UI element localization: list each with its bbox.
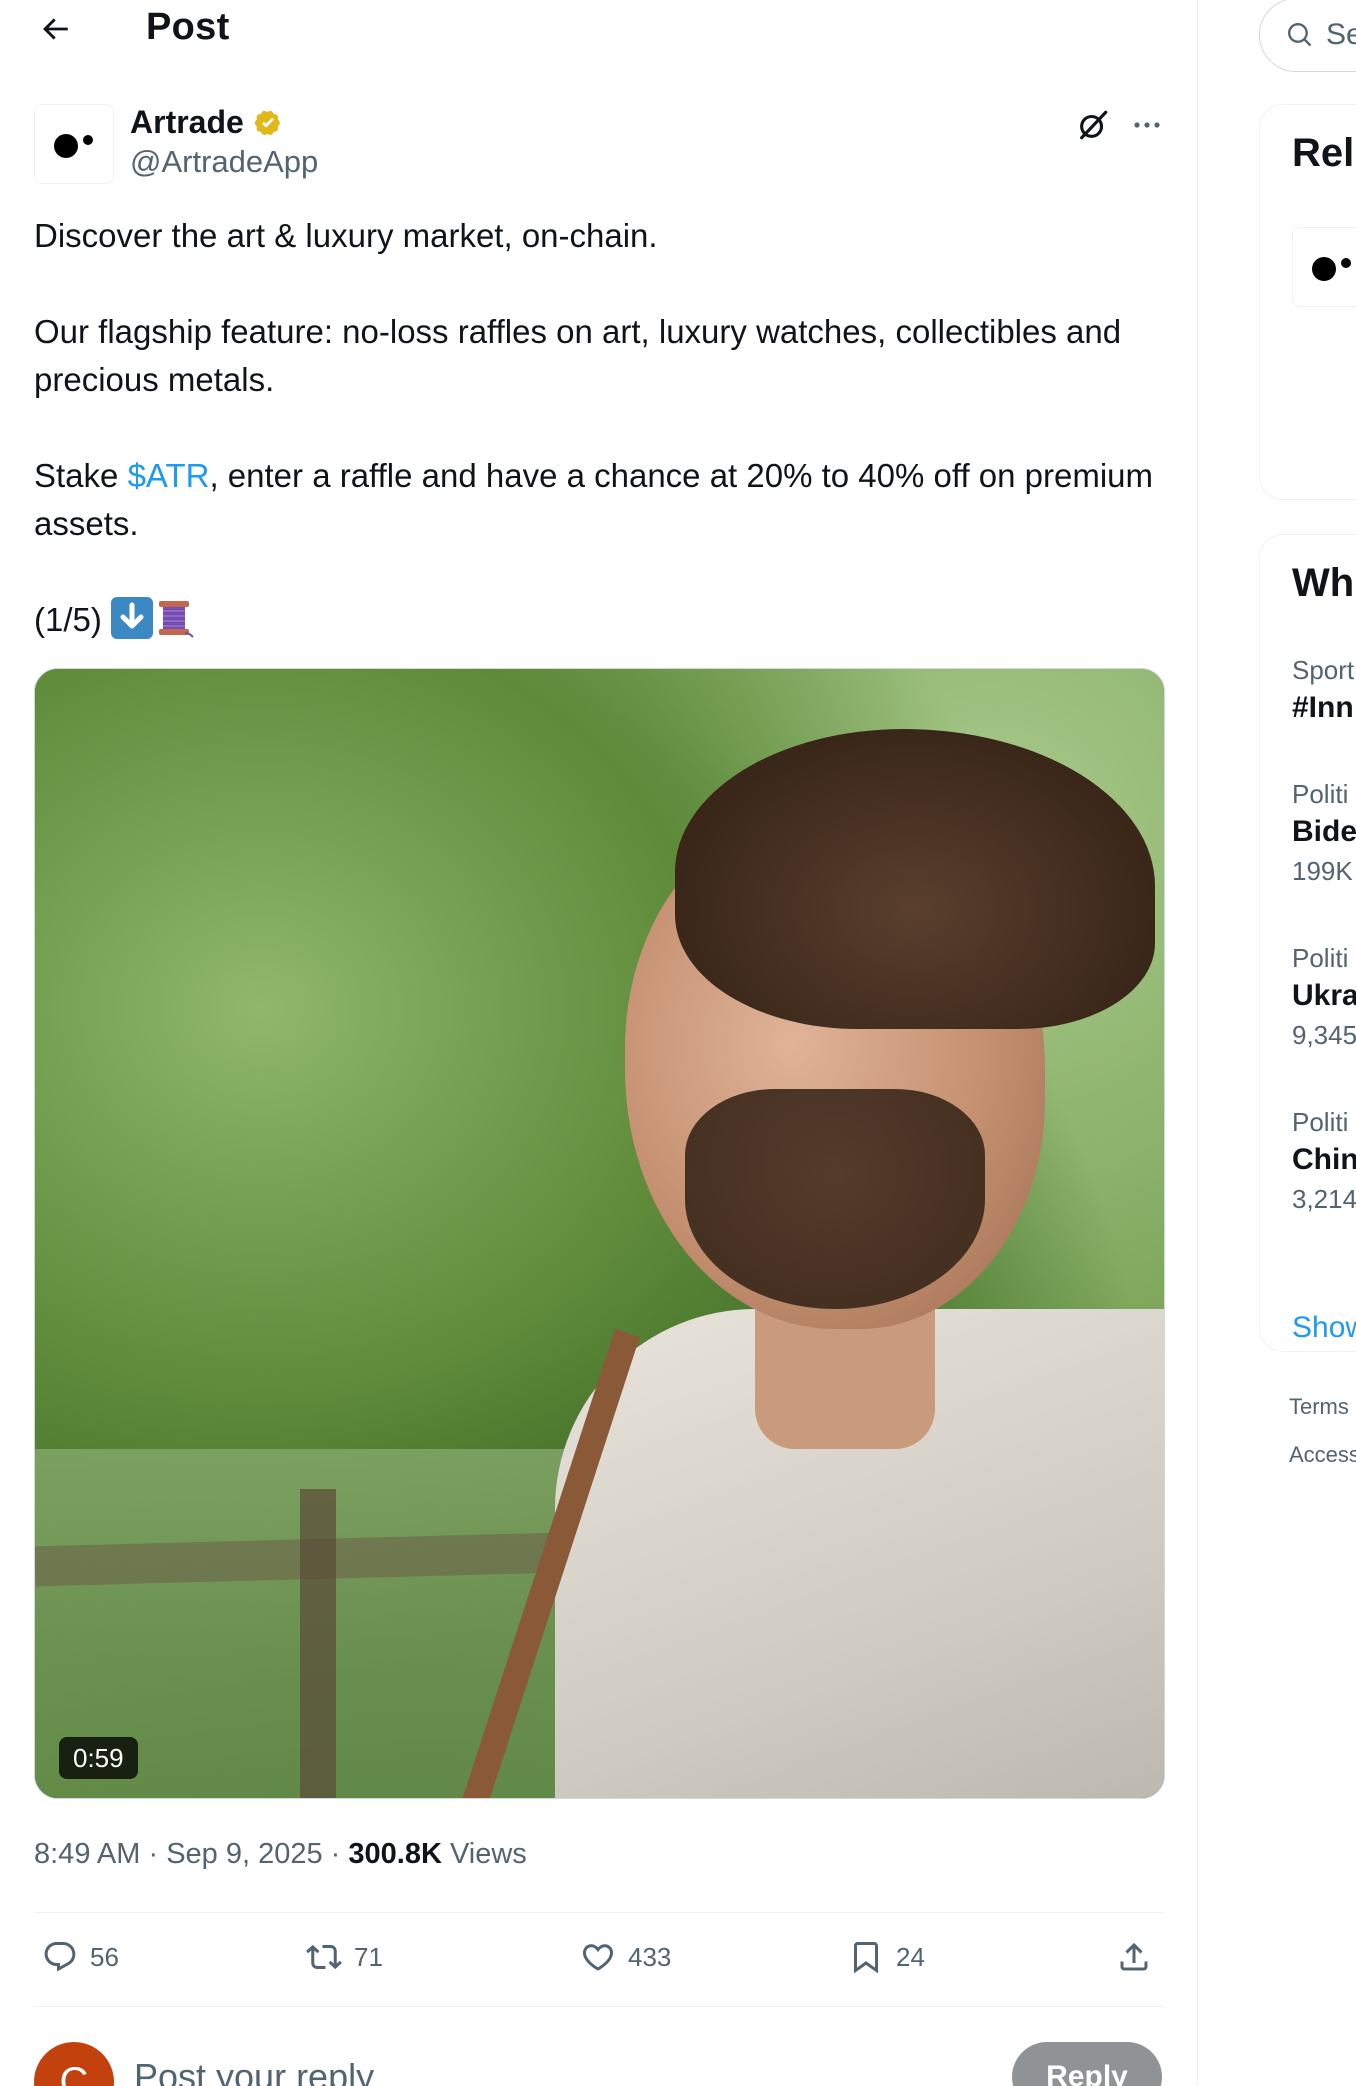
repost-action[interactable]: 71 <box>306 1933 383 1981</box>
page-title: Post <box>146 6 230 48</box>
divider <box>34 1912 1165 1913</box>
arrow-left-icon <box>43 18 68 40</box>
tweet-text: Discover the art & luxury market, on-cha… <box>34 212 1174 644</box>
share-action[interactable] <box>1116 1933 1152 1981</box>
heart-icon <box>582 1944 614 1971</box>
search-icon <box>1288 23 1312 47</box>
like-action[interactable]: 433 <box>580 1933 671 1981</box>
video-fence-post <box>300 1489 336 1798</box>
grok-button[interactable] <box>1072 104 1114 146</box>
search-placeholder: Se <box>1326 18 1356 51</box>
tweet-spacer <box>34 404 1174 452</box>
grok-icon <box>1080 110 1108 140</box>
footer-link-accessibility[interactable]: Access <box>1289 1442 1356 1468</box>
meta-separator: · <box>140 1838 167 1870</box>
trend-item[interactable]: Sport #Inn <box>1292 653 1356 729</box>
relevant-people-card: Rel <box>1259 104 1356 500</box>
bookmark-icon <box>854 1942 878 1974</box>
tweet-line: Our flagship feature: no-loss raffles on… <box>34 313 1122 398</box>
author-name[interactable]: Artrade <box>130 104 244 141</box>
relevant-people-title: Rel <box>1292 131 1355 175</box>
trend-item[interactable]: Politi Bide 199K <box>1292 777 1356 889</box>
trend-category: Politi <box>1292 779 1349 809</box>
trend-item[interactable]: Politi Chin 3,214 <box>1292 1105 1356 1217</box>
right-sidebar: Se Rel Wh Sport #Inn Politi Bide 199K Po… <box>1199 0 1356 2086</box>
main-column: Post Artrade @ArtradeApp Discover the ar… <box>0 0 1198 2086</box>
trend-name: Bide <box>1292 815 1356 848</box>
views-label: Views <box>441 1838 527 1870</box>
reply-button[interactable]: Reply <box>1012 2042 1162 2086</box>
trend-category: Politi <box>1292 943 1349 973</box>
bookmark-count: 24 <box>896 1941 925 1972</box>
post-meta: 8:49 AM · Sep 9, 2025 · 300.8K Views <box>34 1838 527 1871</box>
header: Post <box>0 0 1198 60</box>
verified-badge-icon[interactable] <box>252 107 284 139</box>
video-player[interactable]: 0:59 <box>34 668 1165 1799</box>
show-more-link[interactable]: Show <box>1292 1311 1356 1345</box>
post-date[interactable]: Sep 9, 2025 <box>166 1838 322 1870</box>
tweet-spacer <box>34 260 1174 308</box>
down-arrow-emoji-icon <box>111 597 154 639</box>
repost-icon <box>306 1944 342 1970</box>
reply-count: 56 <box>90 1941 119 1972</box>
trend-name: #Inn <box>1292 691 1354 724</box>
current-user-avatar[interactable]: C <box>34 2042 114 2086</box>
trend-category: Sport <box>1292 655 1355 685</box>
divider <box>34 2006 1165 2007</box>
video-person-beard <box>685 1089 985 1309</box>
thread-spool-emoji-icon <box>153 597 195 639</box>
trend-name: Ukra <box>1292 979 1356 1012</box>
like-count: 433 <box>628 1941 672 1972</box>
tweet-text-fragment: Stake <box>34 457 128 494</box>
reply-input[interactable]: Post your reply <box>134 2052 834 2086</box>
trend-item[interactable]: Politi Ukra 9,345 <box>1292 941 1356 1053</box>
author-avatar[interactable] <box>34 104 114 184</box>
trend-post-count: 3,214 <box>1292 1184 1356 1214</box>
tweet-line-stake: Stake $ATR, enter a raffle and have a ch… <box>34 452 1174 548</box>
video-duration-badge: 0:59 <box>59 1737 138 1779</box>
footer-link-terms[interactable]: Terms <box>1289 1394 1349 1420</box>
more-options-button[interactable] <box>1126 104 1168 146</box>
whats-happening-title: Wh <box>1292 561 1355 605</box>
relevant-user-avatar[interactable] <box>1292 227 1356 307</box>
trend-post-count: 9,345 <box>1292 1020 1356 1050</box>
share-icon <box>1120 1942 1148 1971</box>
whats-happening-card: Wh Sport #Inn Politi Bide 199K Politi Uk… <box>1259 534 1356 1352</box>
trend-post-count: 199K <box>1292 856 1353 886</box>
reply-action[interactable]: 56 <box>42 1933 119 1981</box>
tweet-spacer <box>34 548 1174 596</box>
repost-count: 71 <box>354 1941 383 1972</box>
thread-counter: (1/5) <box>34 601 112 638</box>
tweet-line: Discover the art & luxury market, on-cha… <box>34 217 658 254</box>
post-time[interactable]: 8:49 AM <box>34 1838 140 1870</box>
author-name-row: Artrade <box>130 104 284 141</box>
meta-separator: · <box>322 1838 349 1870</box>
views-count[interactable]: 300.8K <box>348 1838 442 1870</box>
artrade-logo-icon <box>1312 257 1351 281</box>
search-input[interactable]: Se <box>1259 0 1356 72</box>
artrade-logo-icon <box>54 134 93 158</box>
back-button[interactable] <box>26 5 84 53</box>
ellipsis-icon <box>1134 122 1160 128</box>
trend-name: Chin <box>1292 1143 1356 1176</box>
tweet-line-thread: (1/5) <box>34 596 1174 644</box>
cashtag-link[interactable]: $ATR <box>128 457 210 494</box>
author-handle[interactable]: @ArtradeApp <box>130 144 318 180</box>
comment-icon <box>44 1942 76 1972</box>
bookmark-action[interactable]: 24 <box>848 1933 925 1981</box>
trend-category: Politi <box>1292 1107 1349 1137</box>
